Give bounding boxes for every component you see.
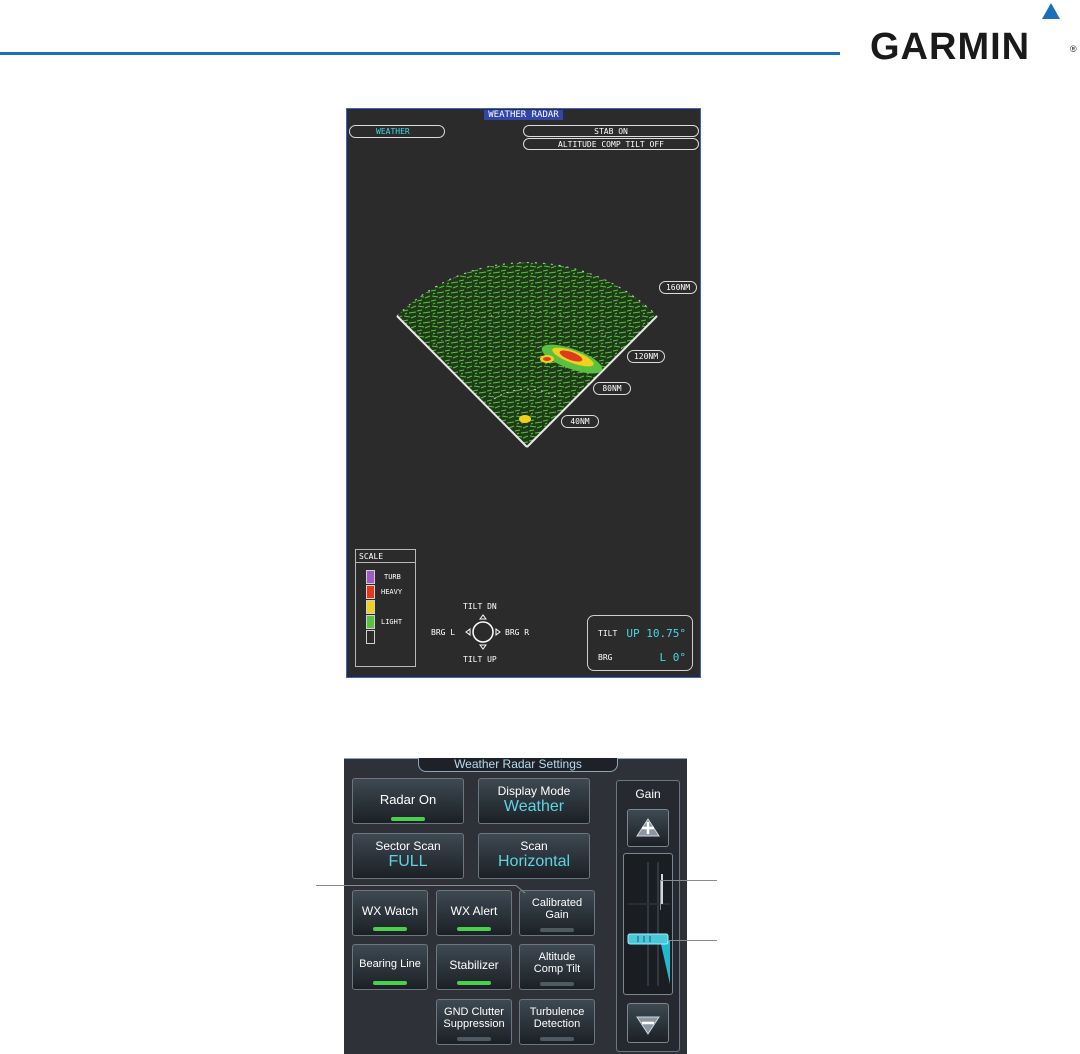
tilt-up-arrow-icon xyxy=(479,614,487,620)
radar-title: WEATHER RADAR xyxy=(484,110,563,120)
weather-radar-display: WEATHER RADAR WEATHER STAB ON ALTITUDE C… xyxy=(346,108,701,678)
bearing-left-arrow-icon xyxy=(465,628,471,636)
gain-slider-graphic xyxy=(627,862,670,986)
settings-title: Weather Radar Settings xyxy=(418,758,618,772)
scale-swatch-heavy xyxy=(366,585,375,599)
storm-cell-small-core xyxy=(543,357,551,361)
gain-slider[interactable] xyxy=(623,853,673,995)
altitude-comp-tilt-annunciator xyxy=(540,982,574,986)
calibrated-gain-button[interactable]: Calibrated Gain xyxy=(519,890,595,936)
color-scale-legend: SCALE TURB HEAVY LIGHT xyxy=(355,549,416,667)
sector-scan-button[interactable]: Sector Scan FULL xyxy=(352,833,464,879)
scan-button[interactable]: Scan Horizontal xyxy=(478,833,590,879)
tilt-down-arrow-icon xyxy=(479,644,487,650)
range-label-40: 40NM xyxy=(561,415,599,428)
gnd-clutter-suppression-button[interactable]: GND Clutter Suppression xyxy=(436,999,512,1045)
wx-watch-label: WX Watch xyxy=(361,904,419,918)
garmin-triangle-icon xyxy=(1042,3,1060,19)
scale-label-heavy: HEAVY xyxy=(381,588,403,596)
display-mode-label: Display Mode xyxy=(497,784,571,798)
header-rule xyxy=(0,52,840,55)
registered-mark: ® xyxy=(1070,44,1077,54)
bearing-line-button[interactable]: Bearing Line xyxy=(352,944,428,990)
scale-label-light: LIGHT xyxy=(381,618,403,626)
plus-icon xyxy=(636,818,660,837)
range-label-80: 80NM xyxy=(593,382,631,395)
turbulence-annunciator xyxy=(540,1037,574,1041)
gain-level-wedge xyxy=(660,940,670,984)
scale-swatch-moderate xyxy=(366,600,375,614)
calibrated-gain-label-1: Calibrated xyxy=(531,897,583,909)
tilt-readout-label: TILT xyxy=(598,629,618,638)
display-mode-button[interactable]: Display Mode Weather xyxy=(478,778,590,824)
scan-label: Scan xyxy=(520,839,548,853)
tilt-readout-value: UP 10.75° xyxy=(626,627,686,640)
radar-mode-indicator: WEATHER xyxy=(349,125,445,138)
minus-icon xyxy=(636,1016,660,1035)
gnd-clutter-label-1: GND Clutter xyxy=(444,1006,504,1018)
turbulence-label-2: Detection xyxy=(533,1018,581,1030)
display-mode-value: Weather xyxy=(503,798,565,815)
altitude-comp-indicator: ALTITUDE COMP TILT OFF xyxy=(523,138,699,150)
calibrated-gain-label-2: Gain xyxy=(545,909,569,921)
storm-cell-near xyxy=(519,415,531,423)
tilt-bearing-knob-icon xyxy=(472,621,494,643)
callout-line-gain-thumb xyxy=(668,940,717,941)
scale-label-turb: TURB xyxy=(384,573,401,581)
gain-decrease-button[interactable] xyxy=(627,1003,669,1043)
callout-line-calibrated-gain xyxy=(316,885,516,886)
sector-scan-value: FULL xyxy=(388,853,428,870)
brg-readout-value: L 0° xyxy=(659,651,687,664)
altitude-comp-tilt-label-1: Altitude xyxy=(538,951,576,963)
gain-control: Gain xyxy=(616,780,680,1052)
turbulence-label-1: Turbulence xyxy=(529,1006,585,1018)
range-label-120: 120NM xyxy=(627,350,665,363)
altitude-comp-tilt-label-2: Comp Tilt xyxy=(533,963,581,975)
scan-value: Horizontal xyxy=(497,853,571,870)
scale-swatch-turb xyxy=(366,570,375,584)
scale-title: SCALE xyxy=(359,552,384,561)
tilt-bearing-readout: TILT UP 10.75° BRG L 0° xyxy=(587,615,693,671)
scale-divider xyxy=(356,562,415,563)
stabilizer-label: Stabilizer xyxy=(449,958,499,972)
stabilizer-button[interactable]: Stabilizer xyxy=(436,944,512,990)
wx-watch-button[interactable]: WX Watch xyxy=(352,890,428,936)
tilt-dn-label: TILT DN xyxy=(463,602,497,611)
stabilizer-annunciator xyxy=(457,981,491,985)
stab-indicator: STAB ON xyxy=(523,125,699,137)
brg-readout-label: BRG xyxy=(598,653,613,662)
radar-on-button[interactable]: Radar On xyxy=(352,778,464,824)
radar-on-label: Radar On xyxy=(379,792,437,807)
bearing-right-arrow-icon xyxy=(495,628,501,636)
gain-slider-thumb[interactable] xyxy=(627,933,669,945)
settings-title-rule-right xyxy=(618,758,687,759)
callout-line-calibrated-mark-drop xyxy=(660,880,661,910)
weather-radar-settings-panel: Weather Radar Settings Radar On Display … xyxy=(344,758,687,1054)
settings-title-rule xyxy=(344,758,418,759)
turbulence-detection-button[interactable]: Turbulence Detection xyxy=(519,999,595,1045)
scale-swatch-none xyxy=(366,630,375,644)
altitude-comp-tilt-button[interactable]: Altitude Comp Tilt xyxy=(519,944,595,990)
brg-left-label: BRG L xyxy=(431,628,456,637)
wx-alert-button[interactable]: WX Alert xyxy=(436,890,512,936)
wx-watch-annunciator xyxy=(373,927,407,931)
bearing-line-annunciator xyxy=(373,981,407,985)
gnd-clutter-label-2: Suppression xyxy=(443,1018,505,1030)
callout-line-calibrated-mark xyxy=(660,880,717,881)
gain-increase-button[interactable] xyxy=(627,809,669,847)
tilt-up-label: TILT UP xyxy=(463,655,497,664)
range-label-160: 160NM xyxy=(659,281,697,294)
radar-on-annunciator xyxy=(391,817,425,821)
garmin-logo: GARMIN xyxy=(870,26,1031,68)
brg-right-label: BRG R xyxy=(505,628,530,637)
wx-alert-label: WX Alert xyxy=(450,904,498,918)
bearing-line-label: Bearing Line xyxy=(359,958,421,970)
sector-scan-label: Sector Scan xyxy=(375,839,441,853)
radar-title-bar: WEATHER RADAR xyxy=(347,109,700,121)
gnd-clutter-annunciator xyxy=(457,1037,491,1041)
wx-alert-annunciator xyxy=(457,927,491,931)
gain-label: Gain xyxy=(635,787,661,801)
scale-swatch-light xyxy=(366,615,375,629)
calibrated-gain-annunciator xyxy=(540,928,574,932)
